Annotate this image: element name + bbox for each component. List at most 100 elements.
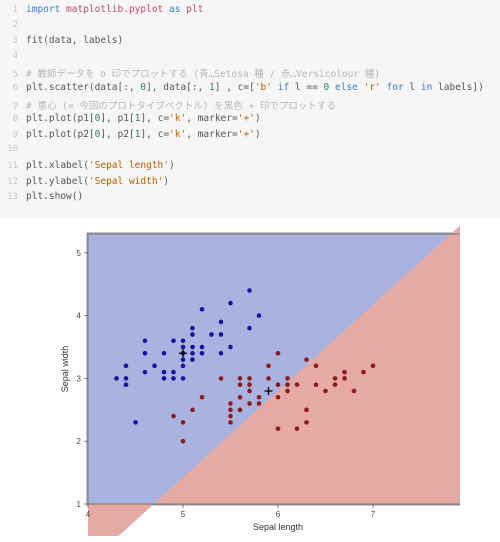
data-point: [228, 420, 233, 425]
line-number: 12: [0, 177, 26, 187]
data-point: [162, 376, 167, 381]
data-point: [219, 332, 224, 337]
data-point: [143, 338, 148, 343]
y-tick-label: 1: [77, 500, 82, 509]
data-point: [228, 300, 233, 305]
data-point: [124, 376, 129, 381]
code-content: plt.plot(p1[0], p1[1], c='k', marker='+'…: [26, 113, 500, 124]
data-point: [257, 395, 262, 400]
data-point: [228, 401, 233, 406]
line-number: 4: [0, 51, 26, 61]
data-point: [238, 407, 243, 412]
code-line: 11plt.xlabel('Sepal length'): [0, 160, 500, 176]
data-point: [276, 426, 281, 431]
data-point: [143, 370, 148, 375]
data-point: [257, 401, 262, 406]
data-point: [285, 376, 290, 381]
data-point: [190, 357, 195, 362]
data-point: [276, 395, 281, 400]
data-point: [200, 395, 205, 400]
code-line: 9plt.plot(p2[0], p2[1], c='k', marker='+…: [0, 129, 500, 145]
data-point: [190, 407, 195, 412]
data-point: [228, 344, 233, 349]
data-point: [247, 326, 252, 331]
x-tick-label: 4: [86, 510, 91, 519]
x-tick-label: 7: [371, 510, 376, 519]
data-point: [171, 338, 176, 343]
code-line: 1import matplotlib.pyplot as plt: [0, 4, 500, 20]
x-axis-label: Sepal length: [253, 522, 303, 532]
y-tick-label: 5: [77, 249, 82, 258]
data-point: [276, 351, 281, 356]
data-point: [276, 382, 281, 387]
data-point: [190, 351, 195, 356]
data-point: [124, 363, 129, 368]
data-point: [247, 376, 252, 381]
data-point: [342, 370, 347, 375]
data-point: [295, 382, 300, 387]
data-point: [181, 344, 186, 349]
data-point: [200, 307, 205, 312]
code-content: # 重心 (= 今回のプロトタイプベクトル) を黒色 + 印でプロットする: [26, 98, 500, 112]
line-number: 8: [0, 114, 26, 124]
data-point: [181, 439, 186, 444]
code-line: 5# 教師データを o 印でプロットする (青…Setosa 種 / 赤…Ver…: [0, 66, 500, 82]
code-content: plt.xlabel('Sepal length'): [26, 160, 500, 171]
y-tick-label: 4: [77, 311, 82, 320]
line-number: 5: [0, 70, 26, 80]
data-point: [228, 407, 233, 412]
line-number: 6: [0, 83, 26, 93]
data-point: [152, 363, 157, 368]
data-point: [181, 420, 186, 425]
data-point: [238, 382, 243, 387]
chart-area: 4567812345Sepal lengthSepal width: [0, 218, 500, 542]
x-tick-label: 5: [181, 510, 186, 519]
line-number: 2: [0, 20, 26, 30]
code-content: # 教師データを o 印でプロットする (青…Setosa 種 / 赤…Vers…: [26, 66, 500, 80]
data-point: [323, 388, 328, 393]
code-line: 13plt.show(): [0, 191, 500, 207]
code-content: import matplotlib.pyplot as plt: [26, 4, 500, 15]
data-point: [266, 363, 271, 368]
code-content: fit(data, labels): [26, 35, 500, 46]
data-point: [304, 357, 309, 362]
data-point: [238, 376, 243, 381]
code-line: 6plt.scatter(data[:, 0], data[:, 1] , c=…: [0, 82, 500, 98]
code-line: 3fit(data, labels): [0, 35, 500, 51]
code-content: plt.scatter(data[:, 0], data[:, 1] , c=[…: [26, 82, 500, 93]
data-point: [190, 332, 195, 337]
data-point: [247, 288, 252, 293]
line-number: 7: [0, 102, 26, 112]
code-line: 8plt.plot(p1[0], p1[1], c='k', marker='+…: [0, 113, 500, 129]
data-point: [285, 382, 290, 387]
data-point: [200, 351, 205, 356]
line-number: 13: [0, 192, 26, 202]
data-point: [266, 376, 271, 381]
data-point: [190, 326, 195, 331]
data-point: [190, 344, 195, 349]
data-point: [200, 344, 205, 349]
data-point: [143, 351, 148, 356]
data-point: [342, 376, 347, 381]
data-point: [295, 426, 300, 431]
data-point: [219, 319, 224, 324]
code-line: 12plt.ylabel('Sepal width'): [0, 176, 500, 192]
data-point: [171, 370, 176, 375]
data-point: [304, 420, 309, 425]
data-point: [247, 388, 252, 393]
data-point: [285, 388, 290, 393]
data-point: [114, 376, 119, 381]
code-line: 2: [0, 20, 500, 36]
data-point: [171, 414, 176, 419]
code-line: 7# 重心 (= 今回のプロトタイプベクトル) を黒色 + 印でプロットする: [0, 98, 500, 114]
data-point: [228, 414, 233, 419]
line-number: 9: [0, 130, 26, 140]
data-point: [257, 313, 262, 318]
code-content: plt.plot(p2[0], p2[1], c='k', marker='+'…: [26, 129, 500, 140]
data-point: [352, 388, 357, 393]
y-tick-label: 2: [77, 437, 82, 446]
y-tick-label: 3: [77, 374, 82, 383]
data-point: [181, 363, 186, 368]
data-point: [314, 363, 319, 368]
data-point: [133, 420, 138, 425]
